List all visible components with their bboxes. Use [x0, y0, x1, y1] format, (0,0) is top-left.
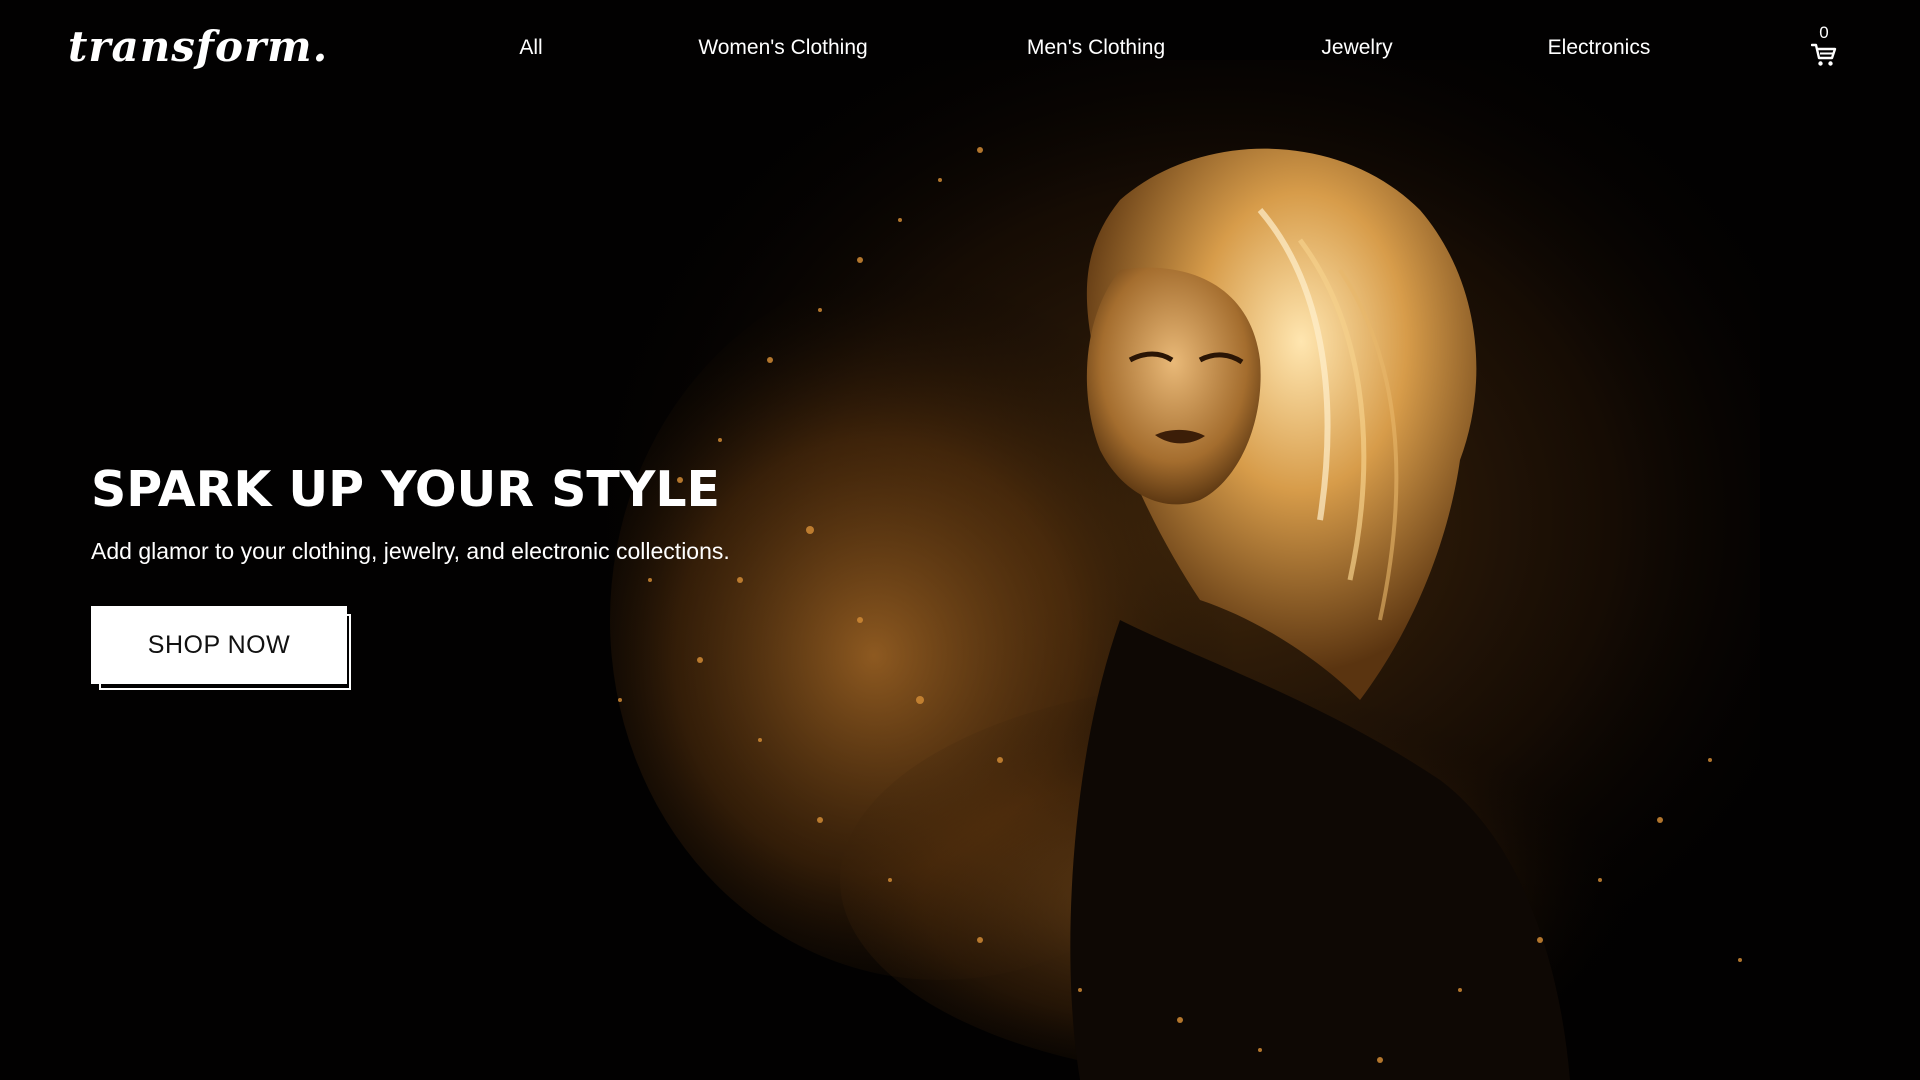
hero-section: SPARK UP YOUR STYLE Add glamor to your c…	[91, 460, 851, 566]
nav-item-womens-clothing[interactable]: Women's Clothing	[698, 36, 867, 60]
hero-image-artwork	[560, 60, 1760, 1080]
landing-page: transform. All Women's Clothing Men's Cl…	[0, 0, 1920, 1080]
cart-count-badge: 0	[1819, 23, 1829, 42]
hero-subtitle: Add glamor to your clothing, jewelry, an…	[91, 538, 730, 564]
shop-now-button[interactable]: SHOP NOW	[91, 606, 347, 684]
nav-item-mens-clothing[interactable]: Men's Clothing	[1027, 36, 1165, 60]
shop-now-container: SHOP NOW	[91, 606, 353, 692]
nav-item-all[interactable]: All	[519, 36, 542, 60]
nav-item-electronics[interactable]: Electronics	[1548, 36, 1651, 60]
nav-item-jewelry[interactable]: Jewelry	[1321, 36, 1392, 60]
cart-icon	[1810, 42, 1837, 68]
hero-title: SPARK UP YOUR STYLE	[91, 461, 721, 518]
brand-logo[interactable]: transform.	[68, 22, 328, 71]
site-header: transform. All Women's Clothing Men's Cl…	[0, 0, 1920, 100]
hero-image	[560, 60, 1760, 1080]
cart-button[interactable]: 0	[1808, 24, 1840, 70]
